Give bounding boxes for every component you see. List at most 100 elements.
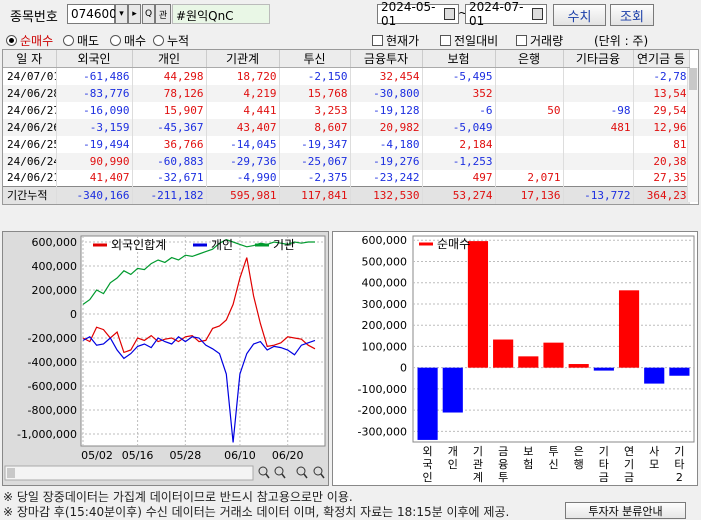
value-cell: 13,54 (633, 84, 690, 102)
table-scrollbar[interactable] (687, 68, 698, 202)
query-figures-button[interactable]: 수치 (553, 4, 606, 26)
code-dropdown-button[interactable]: ▾ (115, 4, 128, 24)
check-volume[interactable]: 거래량 (516, 32, 563, 49)
x-tick-label: 행 (574, 458, 584, 471)
x-tick-label: 연 (624, 445, 634, 458)
column-header[interactable]: 기타금융 (563, 50, 634, 68)
x-tick-label: 험 (523, 458, 533, 471)
date-cell: 24/06/27 (3, 101, 57, 119)
table-row[interactable]: 24/06/25 -19,494 36,766 -14,045 -19,347 -4,18… (3, 135, 690, 153)
x-tick-label: 기 (599, 445, 609, 458)
search-button[interactable]: Q (142, 4, 155, 24)
value-cell (563, 67, 634, 85)
table-row[interactable]: 24/06/24 90,990 -60,883 -29,736 -25,067 -19,2… (3, 152, 690, 170)
value-cell: 20,38 (633, 152, 690, 170)
y-tick-label: 100,000 (362, 340, 408, 353)
x-tick-label: 타 (674, 458, 684, 471)
value-cell: -45,367 (132, 118, 207, 136)
date-to-field[interactable]: 2024-07-01 (465, 0, 547, 28)
column-header[interactable]: 금융투자 (350, 50, 423, 68)
x-tick-label: 계 (473, 471, 483, 484)
x-tick-label: 모 (649, 458, 659, 471)
value-cell: -23,242 (350, 169, 423, 187)
date-cell: 24/06/26 (3, 118, 57, 136)
value-cell: 81 (633, 135, 690, 153)
radio-icon (6, 35, 17, 46)
total-cell: 117,841 (279, 186, 351, 204)
radio-net-buy[interactable]: 순매수 (6, 32, 53, 49)
column-header[interactable]: 연기금 등 (633, 50, 690, 68)
checkbox-icon (516, 35, 527, 46)
value-cell: 50 (495, 101, 564, 119)
column-header[interactable]: 기관계 (206, 50, 280, 68)
y-tick-label: -1,000,000 (17, 428, 77, 441)
calendar-icon[interactable] (532, 8, 543, 20)
table-row[interactable]: 24/06/27 -16,090 15,907 4,441 3,253 -19,128 -6… (3, 101, 690, 119)
legend-label: 외국인합계 (111, 238, 166, 252)
next-stock-button[interactable]: ▸ (128, 4, 141, 24)
radio-sell[interactable]: 매도 (63, 32, 99, 49)
value-cell: 12,96 (633, 118, 690, 136)
value-cell: 44,298 (132, 67, 207, 85)
column-header[interactable]: 개인 (132, 50, 207, 68)
column-header[interactable]: 외국인 (56, 50, 133, 68)
table-row[interactable]: 24/07/01 -61,486 44,298 18,720 -2,150 32,454-… (3, 67, 690, 85)
column-header[interactable]: 일 자 (3, 50, 57, 68)
legend-label: 순매수 (437, 237, 470, 251)
value-cell: 4,219 (206, 84, 280, 102)
investor-table: 일 자 외국인 개인 기관계 투신 금융투자 보험 은행 기타금융 연기금 등 24/07/01-… (2, 49, 699, 205)
total-cell: -340,166 (56, 186, 133, 204)
value-cell: -98 (563, 101, 634, 119)
total-cell: 132,530 (350, 186, 423, 204)
total-cell: -13,772 (563, 186, 634, 204)
value-cell (563, 169, 634, 187)
check-current-price[interactable]: 현재가 (372, 32, 419, 49)
total-cell: 53,274 (422, 186, 496, 204)
value-cell: -4,990 (206, 169, 280, 187)
value-cell: -6 (422, 101, 496, 119)
column-header[interactable]: 은행 (495, 50, 564, 68)
x-tick-label: 투 (498, 471, 508, 484)
value-cell: 43,407 (206, 118, 280, 136)
value-cell (563, 152, 634, 170)
bar-chart: 600,000 500,000 400,000 300,000 200,000 100,0… (333, 232, 697, 485)
column-header[interactable]: 보험 (422, 50, 496, 68)
x-tick-label: 금 (624, 471, 634, 484)
value-cell: -19,347 (279, 135, 351, 153)
table-row[interactable]: 24/06/28 -83,776 78,126 4,219 15,768 -30,800 3… (3, 84, 690, 102)
radio-buy[interactable]: 매수 (110, 32, 146, 49)
value-cell: 18,720 (206, 67, 280, 85)
x-tick-label: 인 (448, 458, 458, 471)
bar (518, 356, 539, 368)
value-cell (495, 152, 564, 170)
total-cell: -211,182 (132, 186, 207, 204)
value-cell (495, 135, 564, 153)
radio-cumulative[interactable]: 누적 (153, 32, 189, 49)
footer-note-2: ※ 장마감 후(15:40분이후) 수신 데이터는 거래소 데이터 이며, 확정… (3, 505, 510, 519)
x-tick-label: 금 (498, 445, 508, 458)
x-tick-label: 융 (498, 458, 508, 471)
stock-code-input[interactable]: 074600 (67, 4, 117, 24)
value-cell: -83,776 (56, 84, 133, 102)
investor-classification-button[interactable]: 투자자 분류안내 (565, 502, 686, 519)
value-cell: 2,184 (422, 135, 496, 153)
value-cell: -16,090 (56, 101, 133, 119)
date-from-field[interactable]: 2024-05-01 (377, 0, 459, 28)
value-cell: 497 (422, 169, 496, 187)
search-icon: Q (144, 9, 153, 19)
bar (543, 342, 564, 368)
y-tick-label: -300,000 (358, 425, 407, 438)
table-row[interactable]: 24/06/21 41,407 -32,671 -4,990 -2,375 -23,242… (3, 169, 690, 187)
column-header[interactable]: 투신 (279, 50, 351, 68)
calendar-icon[interactable] (444, 8, 455, 20)
table-row[interactable]: 24/06/26 -3,159 -45,367 43,407 8,607 20,982 -5… (3, 118, 690, 136)
value-cell: -1,253 (422, 152, 496, 170)
related-button[interactable]: 관 (155, 4, 171, 24)
x-tick-label: 은 (574, 445, 584, 458)
scroll-thumb[interactable] (689, 68, 697, 90)
y-tick-label: 400,000 (362, 277, 408, 290)
bar (618, 290, 640, 368)
value-cell: -3,159 (56, 118, 133, 136)
check-prev-day[interactable]: 전일대비 (440, 32, 498, 49)
query-button[interactable]: 조회 (610, 4, 654, 26)
